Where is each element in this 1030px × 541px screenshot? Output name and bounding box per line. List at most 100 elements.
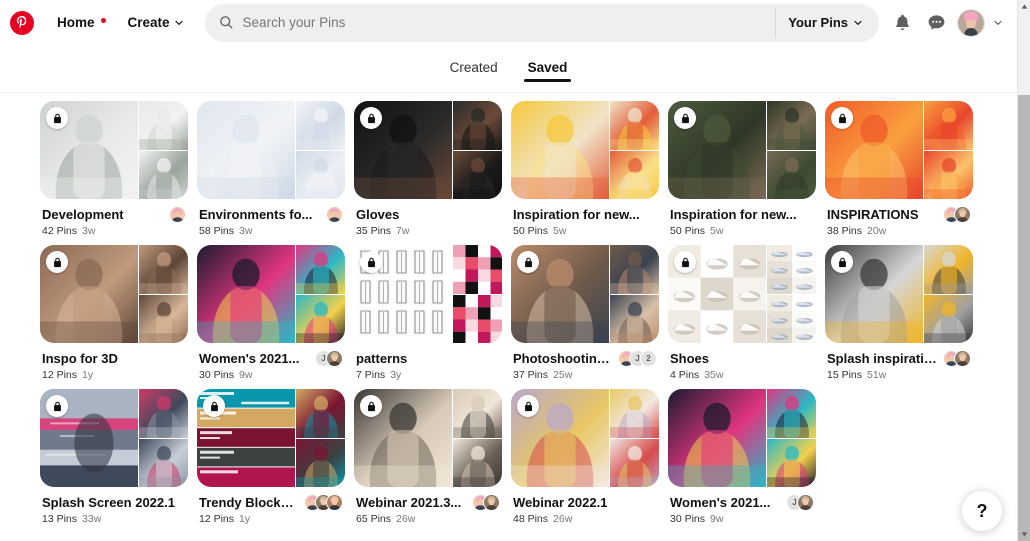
board-updated-age: 25w — [553, 369, 573, 381]
board-thumbnail[interactable] — [197, 245, 345, 343]
collaborator-avatar[interactable] — [326, 493, 343, 511]
account-menu-button[interactable] — [987, 8, 1009, 38]
board-card[interactable]: Webinar 2021.3... 65 Pins 26w — [354, 389, 502, 525]
lock-icon — [53, 113, 61, 123]
collaborator-avatar[interactable] — [326, 205, 343, 223]
secret-board-lock — [831, 251, 853, 273]
board-preview-images — [609, 389, 659, 487]
board-card[interactable]: Environments fo... 58 Pins 3w — [197, 101, 345, 237]
board-cover-image — [197, 101, 295, 199]
board-card[interactable]: Gloves 35 Pins 7w — [354, 101, 502, 237]
board-preview-image — [767, 101, 816, 150]
board-thumbnail[interactable] — [825, 245, 973, 343]
collaborators — [943, 349, 971, 367]
board-preview-image — [767, 438, 816, 487]
board-card[interactable]: Inspiration for new... 50 Pins 5w — [668, 101, 816, 237]
board-title: Webinar 2022.1 — [513, 494, 608, 510]
messages-button[interactable] — [919, 6, 953, 40]
board-thumbnail[interactable] — [40, 101, 188, 199]
board-title-row: Shoes — [670, 349, 814, 367]
board-thumbnail[interactable] — [197, 389, 345, 487]
board-card[interactable]: Women's 2021... J 30 Pins 9w — [197, 245, 345, 381]
tab-created[interactable]: Created — [448, 56, 500, 81]
board-preview-image — [767, 389, 816, 438]
board-thumbnail[interactable] — [511, 389, 659, 487]
collaborators — [326, 205, 343, 223]
board-card[interactable]: INSPIRATIONS 38 Pins 20w — [825, 101, 973, 237]
board-preview-image — [296, 150, 345, 199]
nav-home-button[interactable]: Home — [46, 8, 117, 37]
collaborator-avatar[interactable] — [483, 493, 500, 511]
collaborator-avatar[interactable] — [169, 205, 186, 223]
collaborators: J2 — [618, 349, 657, 367]
board-card[interactable]: Inspo for 3D 12 Pins 1y — [40, 245, 188, 381]
board-pin-count: 30 Pins — [670, 513, 706, 525]
pinterest-logo-icon[interactable] — [10, 10, 34, 35]
board-card[interactable]: Splash inspiratio... 15 Pins 51w — [825, 245, 973, 381]
board-thumbnail[interactable] — [354, 389, 502, 487]
board-title-row: Trendy Blocks ... — [199, 493, 343, 511]
board-card[interactable]: Shoes 4 Pins 35w — [668, 245, 816, 381]
board-thumbnail[interactable] — [354, 245, 502, 343]
board-card[interactable]: Webinar 2022.1 48 Pins 26w — [511, 389, 659, 525]
board-thumbnail[interactable] — [511, 101, 659, 199]
board-thumbnail[interactable] — [40, 389, 188, 487]
board-preview-images — [923, 101, 973, 199]
collaborator-avatar[interactable] — [954, 349, 971, 367]
secret-board-lock — [360, 251, 382, 273]
board-preview-images — [138, 101, 188, 199]
collaborator-avatar[interactable] — [797, 493, 814, 511]
board-meta: Gloves 35 Pins 7w — [354, 199, 502, 238]
home-notification-dot — [100, 17, 106, 23]
help-button[interactable]: ? — [962, 491, 1002, 531]
board-cover-image — [668, 389, 766, 487]
scroll-down-button[interactable] — [1018, 528, 1030, 541]
board-pin-count: 50 Pins — [513, 225, 549, 237]
collaborator-avatar[interactable] — [954, 205, 971, 223]
board-card[interactable]: Splash Screen 2022.1 13 Pins 33w — [40, 389, 188, 525]
caret-down-icon — [1021, 532, 1028, 537]
board-thumbnail[interactable] — [511, 245, 659, 343]
board-pin-count: 37 Pins — [513, 369, 549, 381]
collaborator-avatar-image — [327, 350, 342, 366]
lock-icon — [681, 257, 689, 267]
board-title: Webinar 2021.3... — [356, 494, 462, 510]
tab-saved[interactable]: Saved — [523, 56, 572, 82]
board-card[interactable]: Development 42 Pins 3w — [40, 101, 188, 237]
board-thumbnail[interactable] — [354, 101, 502, 199]
board-meta: Inspo for 3D 12 Pins 1y — [40, 343, 188, 382]
board-pin-count: 12 Pins — [199, 513, 235, 525]
board-thumbnail[interactable] — [197, 101, 345, 199]
board-card[interactable]: Women's 2021... J 30 Pins 9w — [668, 389, 816, 525]
collaborator-avatar-image — [327, 494, 342, 510]
search-container: Your Pins — [204, 3, 879, 42]
avatar[interactable] — [957, 8, 985, 37]
board-card[interactable]: patterns 7 Pins 3y — [354, 245, 502, 381]
board-thumbnail[interactable] — [825, 101, 973, 199]
board-preview-image — [139, 438, 188, 487]
board-card[interactable]: Photoshooting... J2 37 Pins 25w — [511, 245, 659, 381]
collaborator-avatar[interactable] — [326, 349, 343, 367]
notifications-button[interactable] — [885, 6, 919, 40]
your-pins-dropdown[interactable]: Your Pins — [775, 7, 875, 38]
board-thumbnail[interactable] — [40, 245, 188, 343]
scrollbar-thumb[interactable] — [1018, 95, 1030, 541]
collaborator-initial[interactable]: 2 — [640, 349, 657, 367]
board-thumbnail[interactable] — [668, 101, 816, 199]
board-updated-age: 7w — [396, 225, 410, 237]
board-card[interactable]: Trendy Blocks ... 12 Pins 1y — [197, 389, 345, 525]
board-subtitle: 37 Pins 25w — [513, 369, 657, 381]
page-scrollbar[interactable] — [1017, 0, 1030, 541]
nav-create-button[interactable]: Create — [117, 8, 195, 37]
board-meta: Inspiration for new... 50 Pins 5w — [511, 199, 659, 238]
boards-scroll-area: Development 42 Pins 3w Environments fo..… — [0, 93, 1017, 541]
board-updated-age: 3w — [82, 225, 96, 237]
board-title-row: Splash Screen 2022.1 — [42, 493, 186, 511]
board-preview-image — [610, 389, 659, 438]
scroll-up-button[interactable] — [1018, 0, 1030, 13]
board-card[interactable]: Inspiration for new... 50 Pins 5w — [511, 101, 659, 237]
board-thumbnail[interactable] — [668, 389, 816, 487]
board-pin-count: 13 Pins — [42, 513, 78, 525]
board-cover-image — [511, 101, 609, 199]
board-thumbnail[interactable] — [668, 245, 816, 343]
